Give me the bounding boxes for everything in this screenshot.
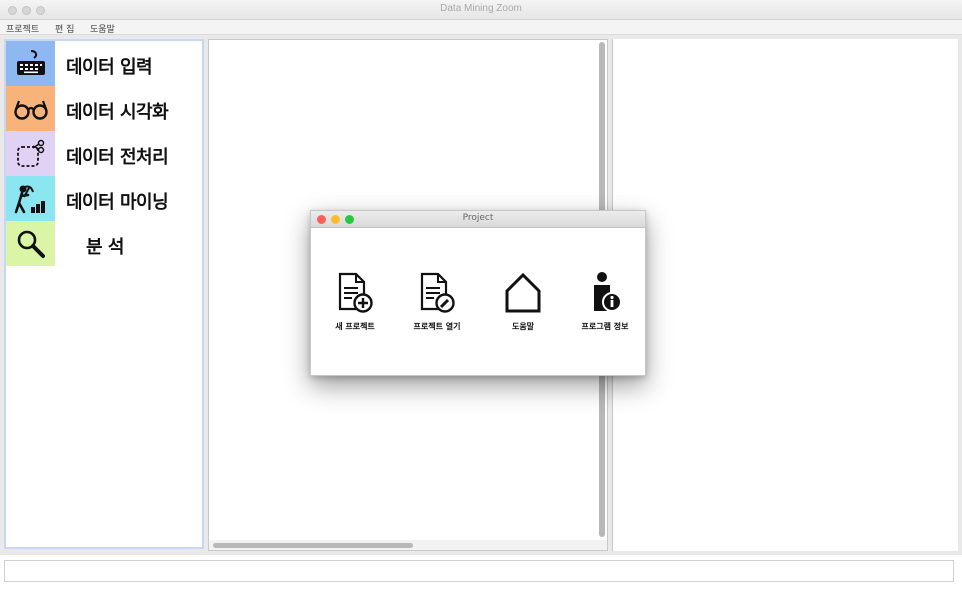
help-button[interactable]: 도움말	[485, 271, 561, 341]
project-dialog: Project 새 프로젝트 프로젝트 열기 도움말 프로그램 정보	[310, 210, 646, 376]
help-label: 도움말	[511, 322, 535, 331]
new-project-label: 새 프로젝트	[335, 322, 375, 331]
keyboard-icon	[6, 41, 55, 86]
sidebar-item-data-visualization[interactable]: 데이터 시각화	[6, 86, 202, 131]
new-project-button[interactable]: 새 프로젝트	[317, 271, 393, 341]
menu-edit[interactable]: 편 집	[55, 22, 74, 35]
sidebar-item-label: 데이터 시각화	[66, 102, 169, 123]
window-titlebar: Data Mining Zoom	[0, 0, 962, 20]
menu-project[interactable]: 프로젝트	[6, 22, 39, 35]
sidebar-item-label: 분 석	[86, 237, 124, 258]
sidebar-item-data-input[interactable]: 데이터 입력	[6, 41, 202, 86]
menubar: 프로젝트 편 집 도움말	[0, 20, 962, 35]
sidebar-item-label: 데이터 입력	[66, 57, 153, 78]
open-project-label: 프로젝트 열기	[413, 322, 461, 331]
program-info-button[interactable]: 프로그램 정보	[567, 271, 643, 341]
sidebar-item-label: 데이터 마이닝	[66, 192, 169, 213]
horizontal-scrollbar[interactable]	[213, 543, 413, 548]
status-bar	[4, 560, 954, 582]
dialog-titlebar: Project	[311, 211, 645, 228]
open-project-icon	[420, 272, 455, 313]
miner-icon	[6, 176, 55, 221]
home-icon	[505, 272, 541, 313]
sidebar-item-data-mining[interactable]: 데이터 마이닝	[6, 176, 202, 221]
new-project-icon	[338, 272, 373, 313]
sidebar-item-label: 데이터 전처리	[66, 147, 169, 168]
menu-help[interactable]: 도움말	[90, 22, 115, 35]
sidebar-item-analysis[interactable]: 분 석	[6, 221, 202, 266]
sidebar-item-data-preprocessing[interactable]: 데이터 전처리	[6, 131, 202, 176]
open-project-button[interactable]: 프로젝트 열기	[399, 271, 475, 341]
program-info-label: 프로그램 정보	[581, 322, 629, 331]
tool-sidebar: 데이터 입력 데이터 시각화 데이터 전처리 데이터 마이닝 분 석	[4, 39, 204, 549]
glasses-icon	[6, 86, 55, 131]
dialog-title: Project	[462, 213, 494, 223]
magnifier-icon	[6, 221, 55, 266]
output-panel	[612, 39, 958, 551]
info-icon	[594, 272, 622, 312]
horizontal-scrollbar-track	[209, 540, 607, 550]
window-title: Data Mining Zoom	[440, 3, 522, 14]
scissors-cut-icon	[6, 131, 55, 176]
